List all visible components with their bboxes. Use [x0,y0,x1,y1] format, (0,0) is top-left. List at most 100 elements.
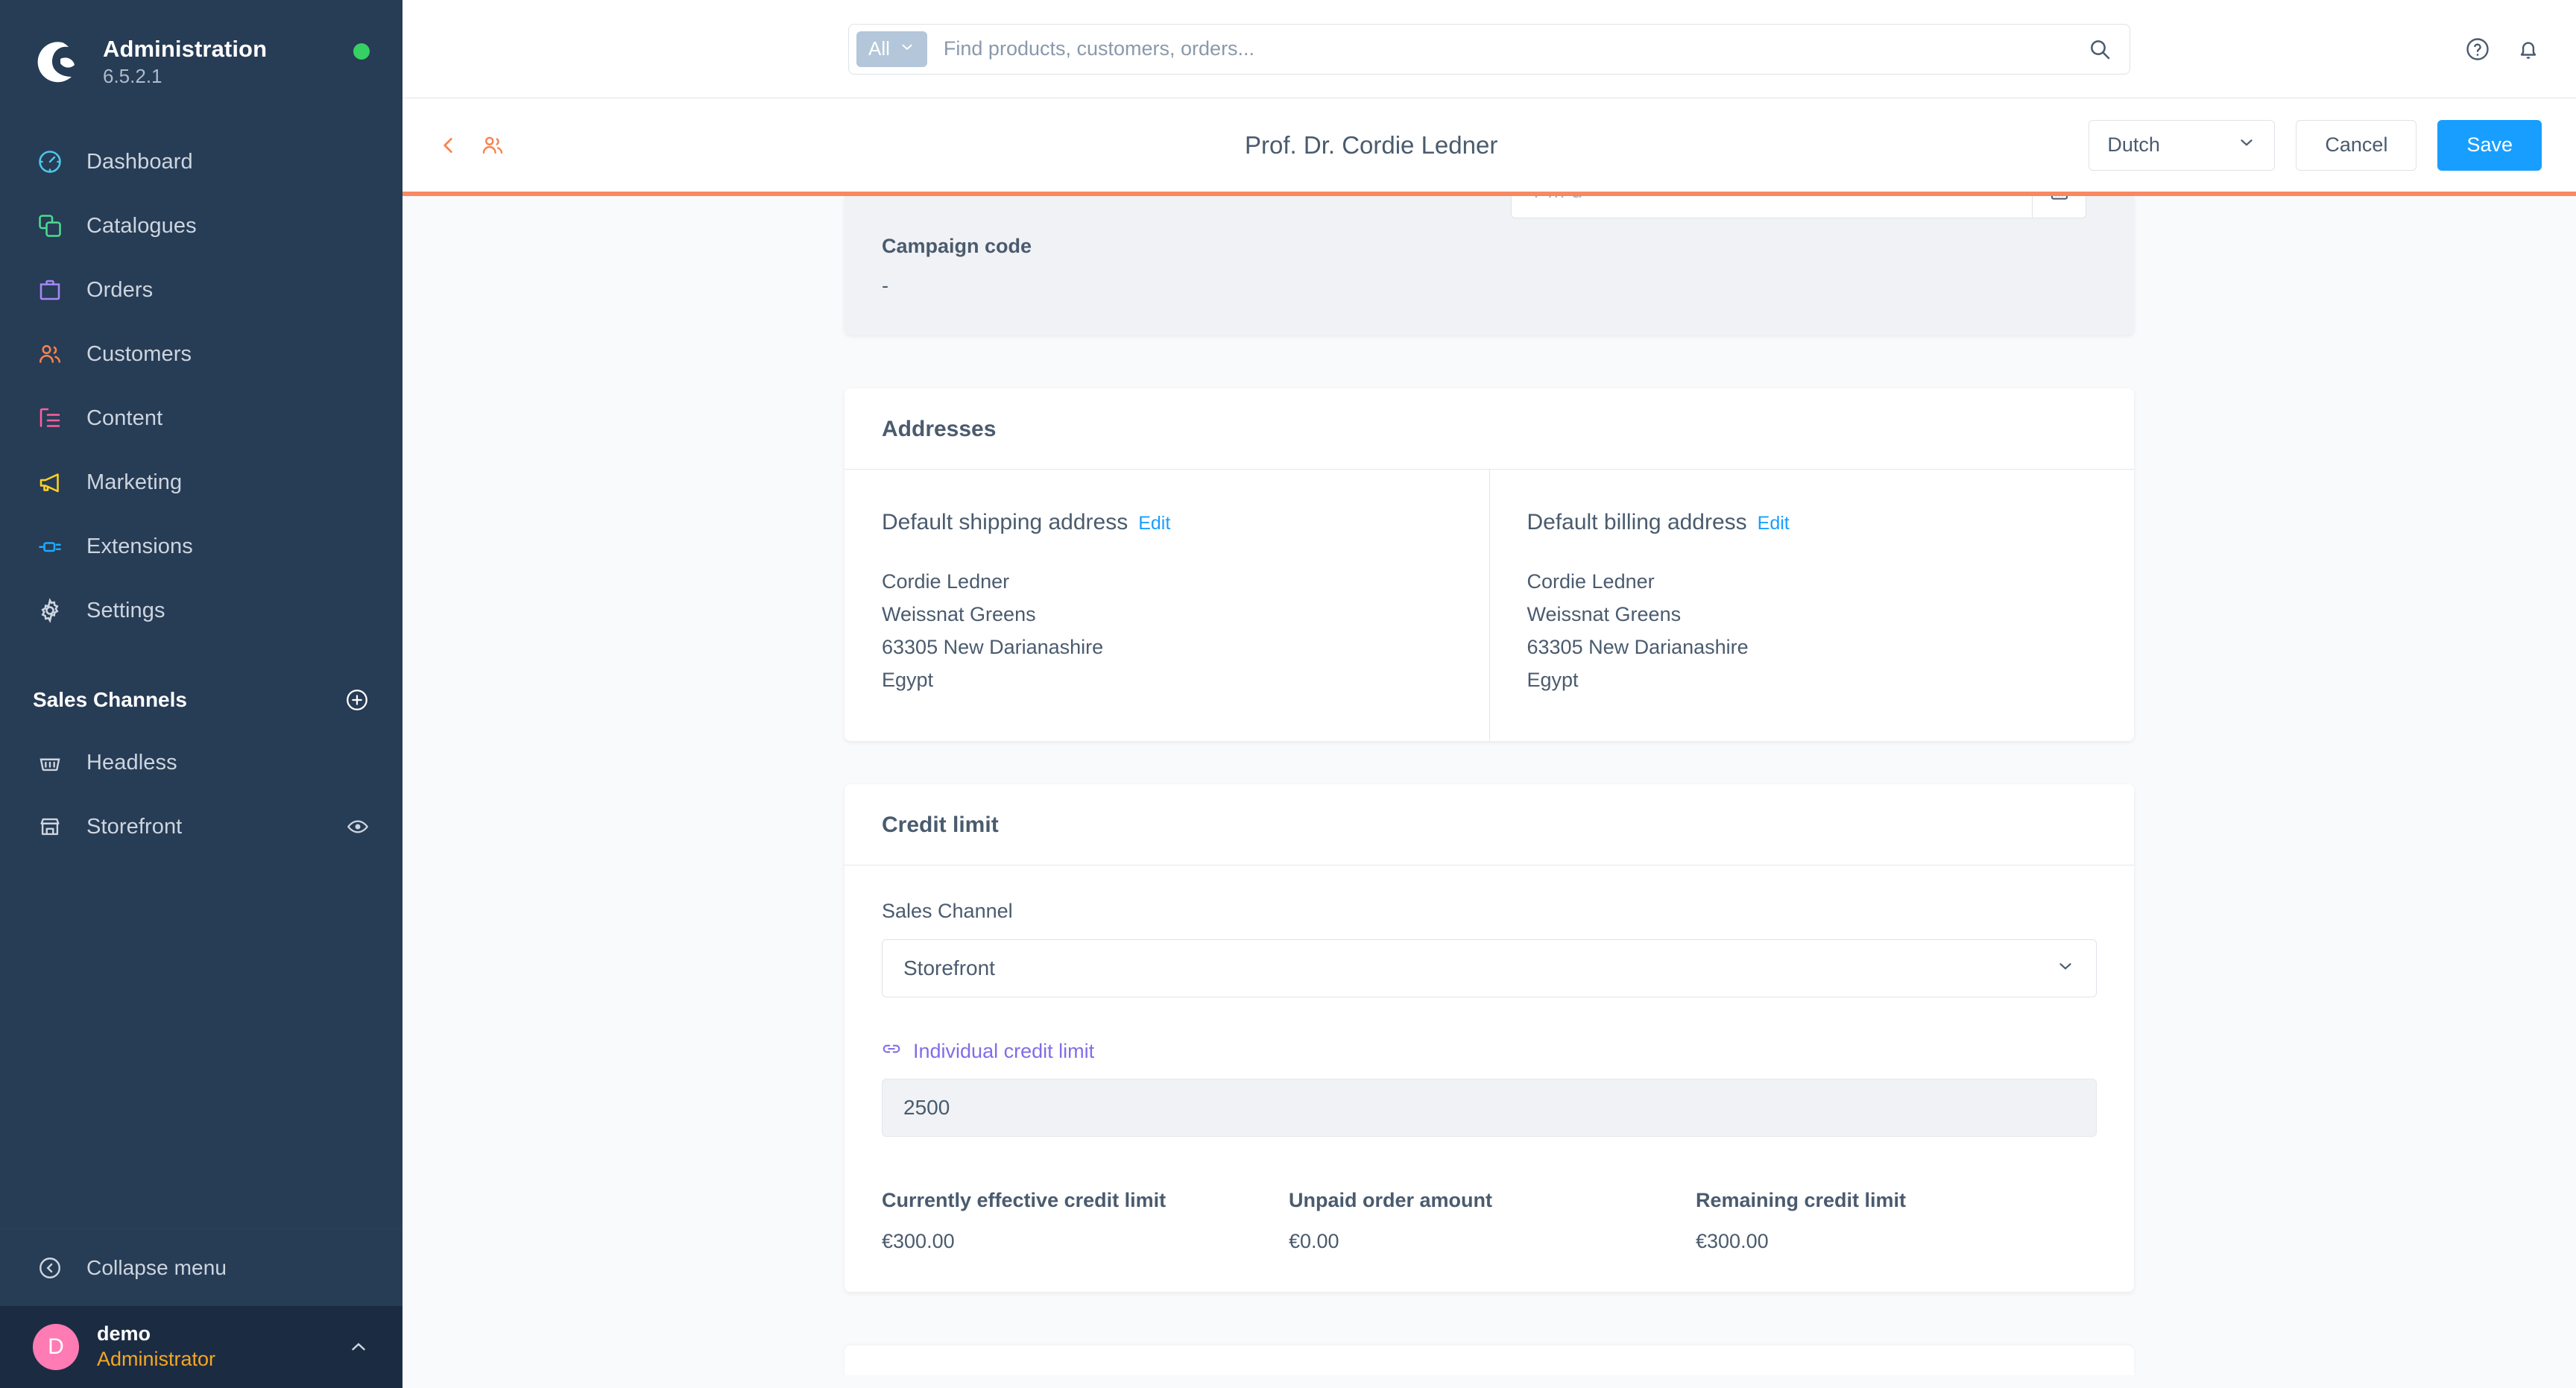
sales-channel-value: Storefront [903,956,995,980]
smart-bar: Prof. Dr. Cordie Ledner Dutch Cancel Sav… [402,98,2576,192]
admin-app: Administration 6.5.2.1 Dashboard Catalog… [0,0,2576,1388]
sidebar-item-content[interactable]: Content [0,386,402,450]
storefront-icon [33,814,67,839]
chevron-up-icon[interactable] [347,1336,370,1358]
next-card-partial [845,1346,2134,1375]
settings-gear-icon [33,597,67,624]
bell-icon[interactable] [2515,36,2542,63]
default-billing-address: Default billing address Edit Cordie Ledn… [1489,470,2135,741]
search-input[interactable] [926,37,2077,60]
chevron-down-icon [2237,133,2256,157]
language-value: Dutch [2107,133,2160,156]
cancel-button[interactable]: Cancel [2296,119,2417,171]
credit-limit-stats: Currently effective credit limit €300.00… [882,1189,2097,1253]
help-circle-icon[interactable] [2464,36,2491,63]
dashboard-gauge-icon [33,148,67,175]
sidebar-header: Administration 6.5.2.1 [0,0,402,98]
customer-details-card-partial: Campaign code - [845,196,2134,335]
catalogue-stack-icon [33,212,67,239]
stat-value: €300.00 [1696,1230,1769,1252]
sidebar-item-orders[interactable]: Orders [0,258,402,322]
shopware-logo-icon [33,38,82,87]
search-scope-label: All [868,37,890,60]
sidebar-item-catalogues[interactable]: Catalogues [0,194,402,258]
addresses-grid: Default shipping address Edit Cordie Led… [845,470,2134,741]
smart-bar-actions: Dutch Cancel Save [2089,119,2542,171]
smart-bar-left [437,133,505,158]
individual-credit-limit-inheritance-toggle[interactable]: Individual credit limit [882,1039,2097,1064]
campaign-code-field: Campaign code - [882,235,1032,297]
address-line: Egypt [1527,669,1579,691]
shipping-address-label: Default shipping address [882,510,1128,534]
save-button[interactable]: Save [2437,119,2542,171]
stat-label: Unpaid order amount [1289,1189,1493,1211]
address-line: Cordie Ledner [882,570,1010,593]
extensions-plug-icon [33,533,67,560]
language-switch[interactable]: Dutch [2089,119,2276,171]
billing-address-lines: Cordie Ledner Weissnat Greens 63305 New … [1527,565,2097,696]
user-menu[interactable]: D demo Administrator [0,1306,402,1388]
sidebar-item-customers[interactable]: Customers [0,322,402,386]
calendar-icon[interactable] [2032,196,2086,218]
eye-icon[interactable] [346,815,370,839]
sidebar-item-marketing[interactable]: Marketing [0,450,402,514]
edit-shipping-address-link[interactable]: Edit [1138,513,1170,534]
sidebar-item-dashboard[interactable]: Dashboard [0,130,402,194]
chevron-down-icon [899,37,915,60]
content-scroll[interactable]: Campaign code - Addresses Default shippi… [402,196,2576,1375]
collapse-menu-button[interactable]: Collapse menu [0,1228,402,1306]
stat-remaining-credit-limit: Remaining credit limit €300.00 [1696,1189,2103,1253]
sidebar-item-label: Orders [86,277,154,302]
customers-people-icon[interactable] [480,133,505,158]
search-scope-selector[interactable]: All [856,31,927,67]
sidebar-nav: Dashboard Catalogues Orders Customers Co… [0,130,402,643]
addresses-title: Addresses [882,417,997,441]
sidebar-item-headless[interactable]: Headless [0,731,402,795]
credit-limit-card-body: Sales Channel Storefront Individual cred… [845,865,2134,1292]
topbar: All [402,0,2576,98]
topbar-actions [2464,0,2542,98]
credit-limit-title: Credit limit [882,813,999,837]
sales-channels-section-header: Sales Channels [0,669,402,731]
sales-channel-label: Sales Channel [882,900,1013,922]
sales-channels-title: Sales Channels [33,688,187,711]
main-area: All Find products, customers, orders... … [402,0,2576,1388]
edit-billing-address-link[interactable]: Edit [1758,513,1790,534]
address-line: 63305 New Darianashire [882,636,1104,658]
chevron-left-circle-icon [33,1255,67,1281]
global-search: All [848,23,2130,75]
search-icon[interactable] [2077,37,2122,61]
sidebar-item-settings[interactable]: Settings [0,578,402,643]
plus-circle-icon[interactable] [344,687,370,713]
addresses-card: Addresses Default shipping address Edit … [845,388,2134,741]
date-input[interactable] [1512,196,2032,203]
user-meta: demo Administrator [97,1322,347,1373]
sidebar-item-label: Catalogues [86,213,197,238]
sidebar-brand: Administration 6.5.2.1 [103,36,346,90]
stat-label: Remaining credit limit [1696,1189,1907,1211]
sidebar-item-extensions[interactable]: Extensions [0,514,402,578]
stat-currently-effective-credit-limit: Currently effective credit limit €300.00 [882,1189,1289,1253]
page-title: Prof. Dr. Cordie Ledner [1245,130,1498,159]
marketing-megaphone-icon [33,469,67,496]
addresses-card-header: Addresses [845,388,2134,470]
avatar: D [33,1324,79,1370]
sidebar-item-storefront[interactable]: Storefront [0,795,402,859]
content-layout-icon [33,405,67,432]
individual-credit-limit-input[interactable] [882,1079,2097,1137]
back-button[interactable] [437,133,461,157]
status-dot [353,43,370,60]
campaign-code-label: Campaign code [882,235,1032,257]
basket-icon [33,750,67,775]
sidebar-item-label: Storefront [86,814,183,839]
sidebar-item-label: Dashboard [86,149,193,174]
default-shipping-address: Default shipping address Edit Cordie Led… [845,470,1489,741]
sidebar-item-label: Settings [86,598,165,622]
sales-channel-select[interactable]: Storefront [882,939,2097,997]
user-role: Administrator [97,1348,216,1371]
chevron-down-icon [2056,956,2075,981]
app-title: Administration [103,35,268,62]
sidebar-item-label: Customers [86,341,192,366]
